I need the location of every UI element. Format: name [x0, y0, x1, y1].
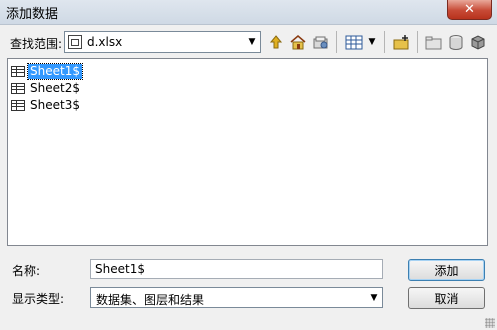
list-item[interactable]: Sheet3$: [11, 97, 82, 113]
home-icon: [290, 35, 306, 50]
home-button[interactable]: [287, 31, 309, 53]
table-icon: [11, 65, 25, 77]
add-button-label: 添加: [434, 263, 459, 278]
folder-button[interactable]: [423, 31, 445, 53]
connect-folder-button[interactable]: [310, 31, 332, 53]
list-view-button[interactable]: [343, 31, 365, 53]
add-button[interactable]: 添加: [408, 259, 485, 281]
list-item[interactable]: Sheet2$: [11, 80, 82, 96]
close-button[interactable]: ✕: [447, 0, 492, 20]
chevron-down-icon[interactable]: ▼: [366, 288, 382, 307]
show-type-value: 数据集、图层和结果: [96, 293, 205, 307]
folder-icon: [425, 36, 442, 50]
chevron-down-icon[interactable]: ▼: [244, 32, 260, 52]
look-in-combo[interactable]: d.xlsx ▼: [64, 31, 261, 53]
toolbar-separator: [384, 31, 385, 53]
list-item[interactable]: Sheet1$: [11, 62, 83, 80]
table-icon: [11, 99, 25, 111]
title-bar: 添加数据 ✕: [0, 0, 497, 25]
show-type-label: 显示类型:: [12, 292, 65, 306]
name-field[interactable]: [90, 259, 383, 279]
list-item-label: Sheet1$: [27, 62, 83, 80]
cancel-button-label: 取消: [434, 291, 459, 306]
database-icon: [449, 35, 463, 50]
toolbar-separator: [417, 31, 418, 53]
view-options-dropdown-icon: ▼: [368, 37, 376, 47]
connect-folder-icon: [313, 36, 328, 49]
look-in-value: d.xlsx: [87, 35, 123, 49]
database-button[interactable]: [445, 31, 467, 53]
catalog-options-button[interactable]: [467, 31, 489, 53]
list-item-label: Sheet3$: [30, 97, 80, 112]
new-connection-icon: [393, 35, 409, 50]
list-item-label: Sheet2$: [30, 80, 80, 95]
up-one-level-button[interactable]: [265, 31, 287, 53]
resize-grip[interactable]: [485, 318, 495, 328]
workbook-icon: [68, 35, 82, 49]
look-in-label: 查找范围:: [10, 37, 63, 51]
new-connection-button[interactable]: [391, 31, 413, 53]
toolbar-separator: [336, 31, 337, 53]
name-label: 名称:: [12, 264, 41, 278]
table-icon: [11, 82, 25, 94]
cancel-button[interactable]: 取消: [408, 287, 485, 309]
up-one-level-icon: [269, 35, 283, 49]
view-options-dropdown[interactable]: ▼: [365, 31, 379, 53]
window-title: 添加数据: [6, 7, 59, 22]
show-type-combo[interactable]: 数据集、图层和结果 ▼: [90, 287, 383, 308]
close-icon: ✕: [464, 2, 475, 17]
catalog-options-icon: [471, 35, 485, 50]
file-list[interactable]: Sheet1$ Sheet2$ Sheet3$: [7, 58, 488, 246]
list-view-icon: [345, 35, 363, 50]
